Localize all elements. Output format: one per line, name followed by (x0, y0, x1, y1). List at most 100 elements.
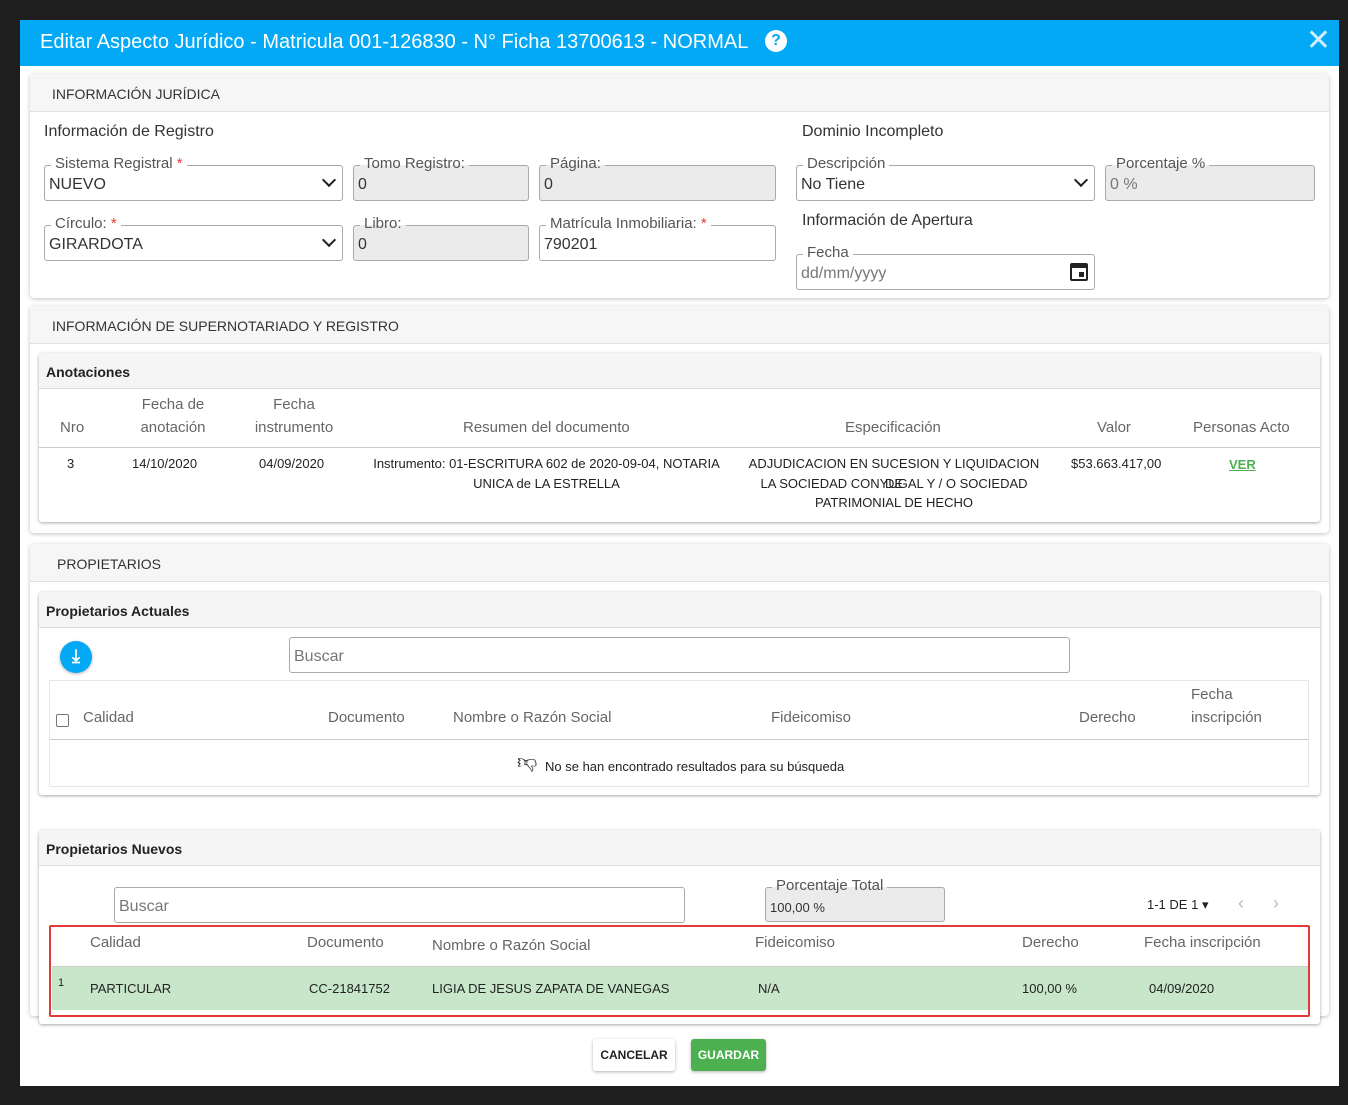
actuales-search-input[interactable]: Buscar (289, 637, 1070, 673)
th-fecha-1: Fecha (1191, 686, 1233, 703)
thumbs-down-icon: 👎︎ (517, 751, 538, 773)
th-derecho: Derecho (1079, 709, 1136, 726)
porcentaje-label: Porcentaje % (1112, 156, 1210, 172)
modal-title: Editar Aspecto Jurídico - Matricula 001-… (40, 31, 749, 53)
matricula-label: Matrícula Inmobiliaria: (550, 215, 697, 232)
propietarios-nuevos-title: Propietarios Nuevos (39, 830, 1320, 866)
th-fideicomiso: Fideicomiso (755, 934, 836, 951)
supernotariado-card: INFORMACIÓN DE SUPERNOTARIADO Y REGISTRO… (30, 306, 1329, 533)
pagina-value: 0 (544, 176, 553, 193)
download-icon: ⤓ (72, 646, 80, 666)
row-valor: $53.663.417,00 (1071, 456, 1162, 471)
tomo-registro-value: 0 (358, 176, 367, 193)
tomo-registro-field: Tomo Registro: 0 (353, 156, 529, 201)
close-icon[interactable]: ✕ (1306, 24, 1331, 58)
chevron-down-icon (1073, 172, 1089, 188)
dominio-title: Dominio Incompleto (802, 123, 944, 140)
nuevos-table: Calidad Documento Nombre o Razón Social … (49, 925, 1310, 1017)
fecha-apertura-input[interactable]: Fecha dd/mm/yyyy (796, 245, 1095, 290)
descripcion-value: No Tiene (801, 176, 866, 193)
next-page-icon[interactable]: › (1273, 893, 1279, 914)
row-especificacion-3: PATRIMONIAL DE HECHO (815, 495, 973, 510)
th-derecho: Derecho (1022, 934, 1079, 951)
header-divider (50, 739, 1308, 740)
porcentaje-field: Porcentaje % 0 % (1105, 156, 1315, 201)
th-fecha-instrumento-1: Fecha (273, 396, 315, 413)
libro-value: 0 (358, 236, 367, 253)
th-fecha-inscripcion: Fecha inscripción (1144, 934, 1261, 951)
calendar-icon[interactable] (1070, 263, 1088, 281)
row-fecha-anotacion: 14/10/2020 (132, 456, 198, 471)
anotaciones-card: Anotaciones Nro Fecha de anotación Fecha… (39, 353, 1320, 522)
th-resumen: Resumen del documento (463, 419, 630, 436)
sistema-registral-select[interactable]: Sistema Registral * NUEVO (44, 156, 343, 201)
th-fecha-anotacion-2: anotación (140, 419, 206, 436)
libro-label: Libro: (360, 216, 406, 232)
sistema-registral-value: NUEVO (49, 176, 106, 193)
chevron-down-icon (321, 232, 337, 248)
pagina-label: Página: (546, 156, 605, 172)
libro-field: Libro: 0 (353, 216, 529, 261)
porcentaje-value: 0 % (1110, 176, 1138, 193)
row-documento: CC-21841752 (309, 981, 390, 996)
porcentaje-total-value: 100,00 % (770, 900, 825, 915)
registro-title: Información de Registro (44, 123, 214, 140)
anotaciones-title: Anotaciones (39, 353, 1320, 389)
row-especificacion-2: LA SOCIEDAD CONYUGAL Y / O SOCIEDAD (760, 476, 1028, 491)
row-fideicomiso: N/A (758, 981, 780, 996)
nuevos-search-input[interactable]: Buscar (114, 887, 685, 923)
matricula-inmobiliaria-input[interactable]: Matrícula Inmobiliaria: * 790201 (539, 216, 776, 261)
pagination-label: 1-1 DE 1 (1147, 897, 1199, 912)
circulo-value: GIRARDOTA (49, 236, 143, 253)
th-especificacion: Especificación (845, 419, 941, 436)
th-fideicomiso: Fideicomiso (771, 709, 852, 726)
actuales-search-placeholder: Buscar (294, 648, 344, 665)
row-nro: 3 (67, 456, 75, 471)
required-mark: * (110, 215, 117, 232)
th-calidad: Calidad (83, 709, 134, 726)
row-fecha-instrumento: 04/09/2020 (259, 456, 325, 471)
propietarios-actuales-title: Propietarios Actuales (39, 592, 1320, 628)
prev-page-icon[interactable]: ‹ (1238, 893, 1244, 914)
caret-down-icon: ▾ (1201, 897, 1209, 912)
download-button[interactable]: ⤓ (60, 641, 92, 673)
propietarios-actuales-card: Propietarios Actuales ⤓ Buscar Calidad D… (39, 592, 1320, 795)
th-personas-acto: Personas Acto (1193, 419, 1290, 436)
descripcion-select[interactable]: Descripción No Tiene (796, 156, 1095, 201)
nuevos-search-placeholder: Buscar (119, 898, 169, 915)
help-icon[interactable]: ? (765, 30, 787, 52)
th-calidad: Calidad (90, 934, 141, 951)
cancel-button[interactable]: CANCELAR (593, 1039, 675, 1071)
th-nombre: Nombre o Razón Social (432, 937, 591, 954)
apertura-title: Información de Apertura (802, 212, 973, 229)
select-all-checkbox[interactable] (56, 714, 69, 727)
chevron-down-icon (321, 172, 337, 188)
th-documento: Documento (328, 709, 405, 726)
propietarios-card: PROPIETARIOS Propietarios Actuales ⤓ Bus… (30, 544, 1329, 1024)
header-divider (39, 447, 1320, 448)
tomo-registro-label: Tomo Registro: (360, 156, 469, 172)
row-fecha-inscripcion: 04/09/2020 (1149, 981, 1215, 996)
propietarios-nuevos-card: Propietarios Nuevos Buscar Porcentaje To… (39, 830, 1320, 1024)
juridica-card: INFORMACIÓN JURÍDICA Información de Regi… (30, 74, 1329, 298)
th-fecha-2: inscripción (1191, 709, 1262, 726)
circulo-label: Círculo: (55, 215, 107, 232)
save-button[interactable]: GUARDAR (691, 1039, 766, 1071)
sistema-registral-label: Sistema Registral (55, 155, 173, 172)
fecha-label: Fecha (803, 245, 853, 261)
matricula-value: 790201 (544, 236, 598, 253)
th-nro: Nro (60, 419, 85, 436)
table-row[interactable]: 1 PARTICULAR CC-21841752 LIGIA DE JESUS … (52, 966, 1308, 1010)
row-nombre: LIGIA DE JESUS ZAPATA DE VANEGAS (432, 981, 670, 996)
row-index: 1 (58, 977, 65, 989)
pagina-field: Página: 0 (539, 156, 776, 201)
circulo-select[interactable]: Círculo: * GIRARDOTA (44, 216, 343, 261)
ver-personas-link[interactable]: VER (1229, 455, 1256, 475)
required-mark: * (176, 155, 183, 172)
row-calidad: PARTICULAR (90, 981, 172, 996)
th-documento: Documento (307, 934, 384, 951)
edit-juridico-modal: Editar Aspecto Jurídico - Matricula 001-… (20, 20, 1339, 1086)
row-resumen-2: UNICA de LA ESTRELLA (473, 476, 620, 491)
th-fecha-instrumento-2: instrumento (254, 419, 334, 436)
pagination-select[interactable]: 1-1 DE 1 ▾ (1147, 897, 1208, 913)
